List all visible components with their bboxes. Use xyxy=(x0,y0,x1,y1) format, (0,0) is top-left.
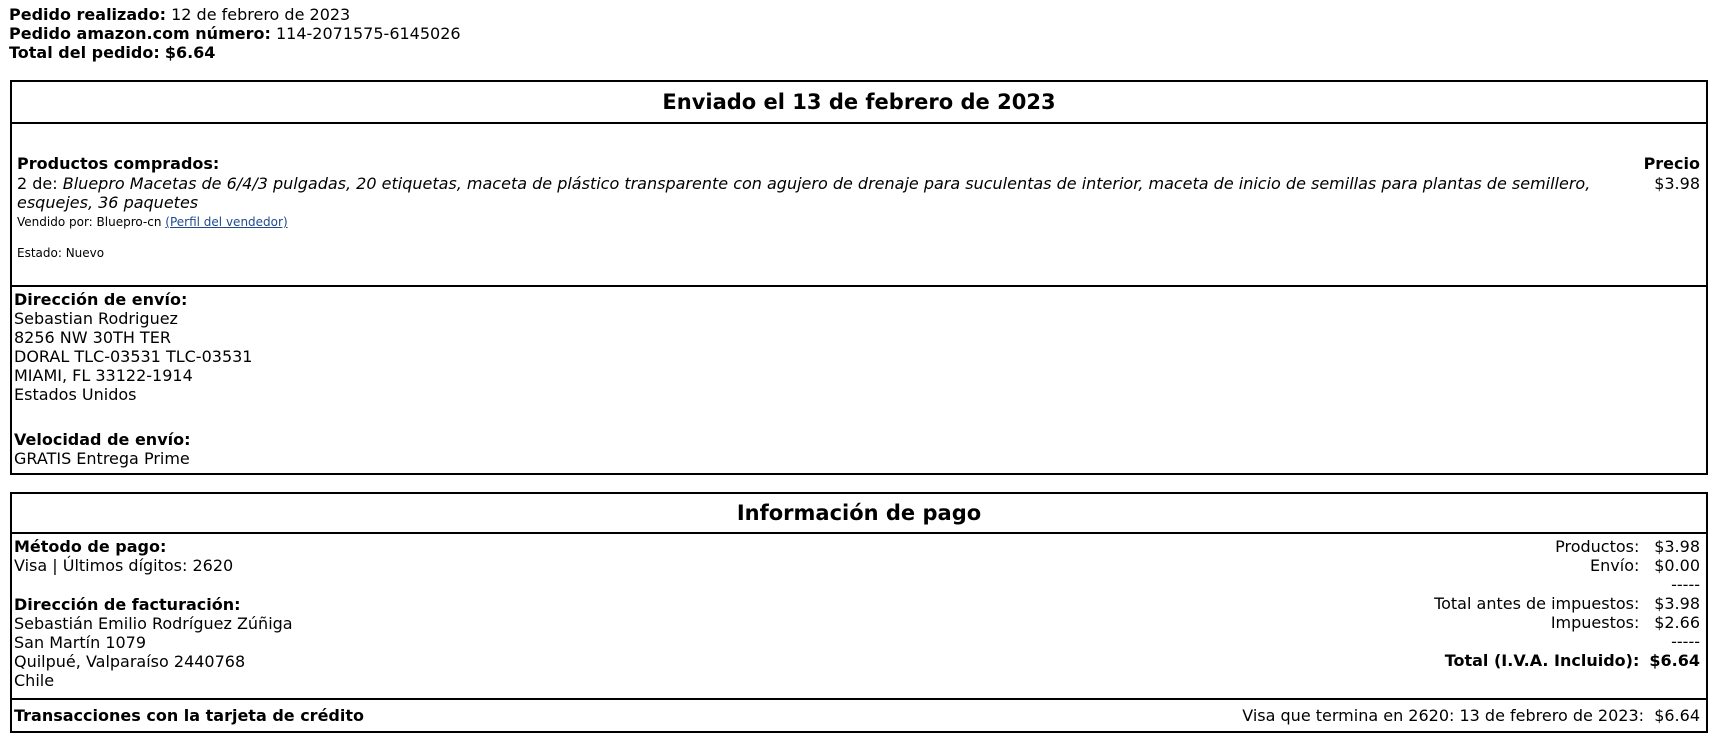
payment-details: Método de pago: Visa | Últimos dígitos: … xyxy=(12,532,1706,698)
summary-total-label: Total (I.V.A. Incluido): xyxy=(1444,651,1640,670)
shipment-box: Enviado el 13 de febrero de 2023 Product… xyxy=(10,80,1708,475)
sold-by: Vendido por: Bluepro-cn (Perfil del vend… xyxy=(17,215,288,229)
billing-line: San Martín 1079 xyxy=(14,633,147,652)
products-section: Productos comprados: Precio 2 de: Bluepr… xyxy=(12,122,1706,285)
transactions-row: Transacciones con la tarjeta de crédito … xyxy=(12,698,1706,733)
shipping-address-section: Dirección de envío: Sebastian Rodriguez … xyxy=(12,285,1706,475)
transactions-label: Transacciones con la tarjeta de crédito xyxy=(14,706,364,725)
billing-address-label: Dirección de facturación: xyxy=(14,595,241,614)
address-line: MIAMI, FL 33122-1914 xyxy=(14,366,193,385)
payment-box: Información de pago Método de pago: Visa… xyxy=(10,492,1708,733)
payment-method-value: Visa | Últimos dígitos: 2620 xyxy=(14,556,234,575)
summary-products-value: $3.98 xyxy=(1654,537,1700,556)
shipping-address-label: Dirección de envío: xyxy=(14,290,188,309)
address-line: 8256 NW 30TH TER xyxy=(14,328,171,347)
billing-line: Sebastián Emilio Rodríguez Zúñiga xyxy=(14,614,293,633)
summary-shipping-value: $0.00 xyxy=(1654,556,1700,575)
payment-title: Información de pago xyxy=(736,501,982,525)
products-label: Productos comprados: xyxy=(17,154,220,173)
summary-separator: ----- xyxy=(1671,632,1700,651)
billing-line: Quilpué, Valparaíso 2440768 xyxy=(14,652,246,671)
summary-separator: ----- xyxy=(1671,575,1700,594)
summary-pretax-label: Total antes de impuestos: xyxy=(1434,594,1640,613)
summary-tax-label: Impuestos: xyxy=(1550,613,1640,632)
payment-method-label: Método de pago: xyxy=(14,537,167,556)
billing-line: Chile xyxy=(14,671,55,690)
order-placed: Pedido realizado: 12 de febrero de 2023 xyxy=(9,5,351,24)
item-price: $3.98 xyxy=(1654,174,1700,193)
order-number: Pedido amazon.com número: 114-2071575-61… xyxy=(9,24,461,43)
summary-products-label: Productos: xyxy=(1555,537,1640,556)
shipment-title: Enviado el 13 de febrero de 2023 xyxy=(662,90,1056,114)
summary-pretax-value: $3.98 xyxy=(1654,594,1700,613)
transaction-entry: Visa que termina en 2620: 13 de febrero … xyxy=(1242,706,1700,725)
item-description: 2 de: Bluepro Macetas de 6/4/3 pulgadas,… xyxy=(17,174,1591,212)
order-summary: Productos: $3.98 Envío: $0.00 ----- Tota… xyxy=(1434,537,1700,670)
address-line: Estados Unidos xyxy=(14,385,137,404)
shipping-address: Dirección de envío: Sebastian Rodriguez … xyxy=(14,290,252,468)
payment-method: Método de pago: Visa | Últimos dígitos: … xyxy=(14,537,293,690)
shipping-speed-label: Velocidad de envío: xyxy=(14,430,191,449)
item-condition: Estado: Nuevo xyxy=(17,246,105,260)
summary-total-value: $6.64 xyxy=(1649,651,1700,670)
address-line: Sebastian Rodriguez xyxy=(14,309,178,328)
shipping-speed-value: GRATIS Entrega Prime xyxy=(14,449,190,468)
address-line: DORAL TLC-03531 TLC-03531 xyxy=(14,347,253,366)
summary-shipping-label: Envío: xyxy=(1590,556,1640,575)
seller-profile-link[interactable]: (Perfil del vendedor) xyxy=(165,215,287,229)
order-header: Pedido realizado: 12 de febrero de 2023 … xyxy=(9,5,461,62)
order-total: Total del pedido: $6.64 xyxy=(9,43,216,62)
price-label: Precio xyxy=(1643,154,1700,173)
summary-tax-value: $2.66 xyxy=(1654,613,1700,632)
